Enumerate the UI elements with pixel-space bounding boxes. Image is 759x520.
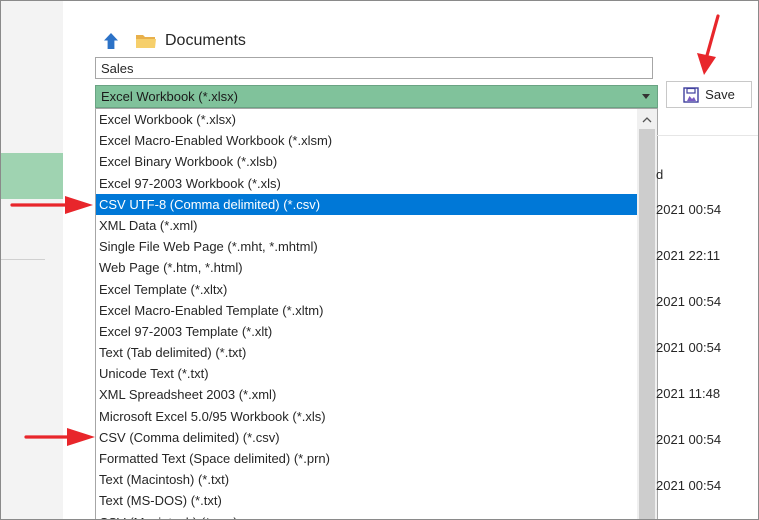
file-date: 2021 11:48 xyxy=(656,386,721,401)
dropdown-item[interactable]: Excel Macro-Enabled Workbook (*.xlsm) xyxy=(96,130,637,151)
annotation-arrow-csv-utf8 xyxy=(10,196,93,214)
dropdown-item-highlighted[interactable]: CSV UTF-8 (Comma delimited) (*.csv) xyxy=(96,193,637,215)
left-pane-divider xyxy=(1,259,45,260)
file-type-select[interactable]: Excel Workbook (*.xlsx) xyxy=(95,85,658,108)
dropdown-item[interactable]: Unicode Text (*.txt) xyxy=(96,363,637,384)
dropdown-item[interactable]: Excel Workbook (*.xlsx) xyxy=(96,109,637,130)
folder-icon xyxy=(135,32,157,50)
dropdown-item[interactable]: CSV (Macintosh) (*.csv) xyxy=(96,512,637,519)
dropdown-item[interactable]: XML Spreadsheet 2003 (*.xml) xyxy=(96,384,637,405)
dropdown-item[interactable]: Web Page (*.htm, *.html) xyxy=(96,257,637,278)
dropdown-item[interactable]: Formatted Text (Space delimited) (*.prn) xyxy=(96,448,637,469)
dropdown-item[interactable]: CSV (Comma delimited) (*.csv) xyxy=(96,427,637,448)
annotation-arrow-csv xyxy=(24,428,95,446)
dropdown-item[interactable]: XML Data (*.xml) xyxy=(96,215,637,236)
file-type-selected-label: Excel Workbook (*.xlsx) xyxy=(101,89,239,104)
file-date: 2021 22:11 xyxy=(656,248,721,263)
dropdown-item[interactable]: Text (Tab delimited) (*.txt) xyxy=(96,342,637,363)
dropdown-item[interactable]: Text (Macintosh) (*.txt) xyxy=(96,469,637,490)
dropdown-item[interactable]: Text (MS-DOS) (*.txt) xyxy=(96,490,637,511)
filename-input[interactable]: Sales xyxy=(95,57,653,79)
save-as-dialog: Documents Sales Excel Workbook (*.xlsx) … xyxy=(0,0,759,520)
file-type-dropdown-list[interactable]: Excel Workbook (*.xlsx) Excel Macro-Enab… xyxy=(95,108,658,519)
scroll-up-icon[interactable] xyxy=(637,109,657,129)
dropdown-item[interactable]: Excel Template (*.xltx) xyxy=(96,279,637,300)
file-date: 2021 00:54 xyxy=(656,478,722,493)
chevron-down-icon[interactable] xyxy=(642,94,650,99)
dropdown-scrollbar[interactable] xyxy=(637,109,657,519)
dropdown-item[interactable]: Single File Web Page (*.mht, *.mhtml) xyxy=(96,236,637,257)
breadcrumb: Documents xyxy=(101,29,246,53)
scrollbar-thumb[interactable] xyxy=(639,129,655,519)
date-column-header[interactable]: d xyxy=(656,167,663,182)
file-list-dates: d 2021 00:54 2021 22:11 2021 00:54 2021 … xyxy=(656,1,758,519)
dropdown-item[interactable]: Excel 97-2003 Template (*.xlt) xyxy=(96,321,637,342)
dropdown-item[interactable]: Excel Binary Workbook (*.xlsb) xyxy=(96,151,637,172)
dropdown-item[interactable]: Excel Macro-Enabled Template (*.xltm) xyxy=(96,300,637,321)
current-folder-label[interactable]: Documents xyxy=(165,32,246,50)
dropdown-item[interactable]: Excel 97-2003 Workbook (*.xls) xyxy=(96,173,637,194)
file-date: 2021 00:54 xyxy=(656,340,722,355)
file-date: 2021 00:54 xyxy=(656,294,722,309)
file-date: 2021 00:54 xyxy=(656,432,722,447)
file-date: 2021 00:54 xyxy=(656,202,722,217)
dropdown-item[interactable]: Microsoft Excel 5.0/95 Workbook (*.xls) xyxy=(96,406,637,427)
annotation-arrow-save xyxy=(697,14,720,75)
left-pane-selected-item[interactable] xyxy=(1,153,63,199)
up-arrow-icon[interactable] xyxy=(101,30,121,52)
